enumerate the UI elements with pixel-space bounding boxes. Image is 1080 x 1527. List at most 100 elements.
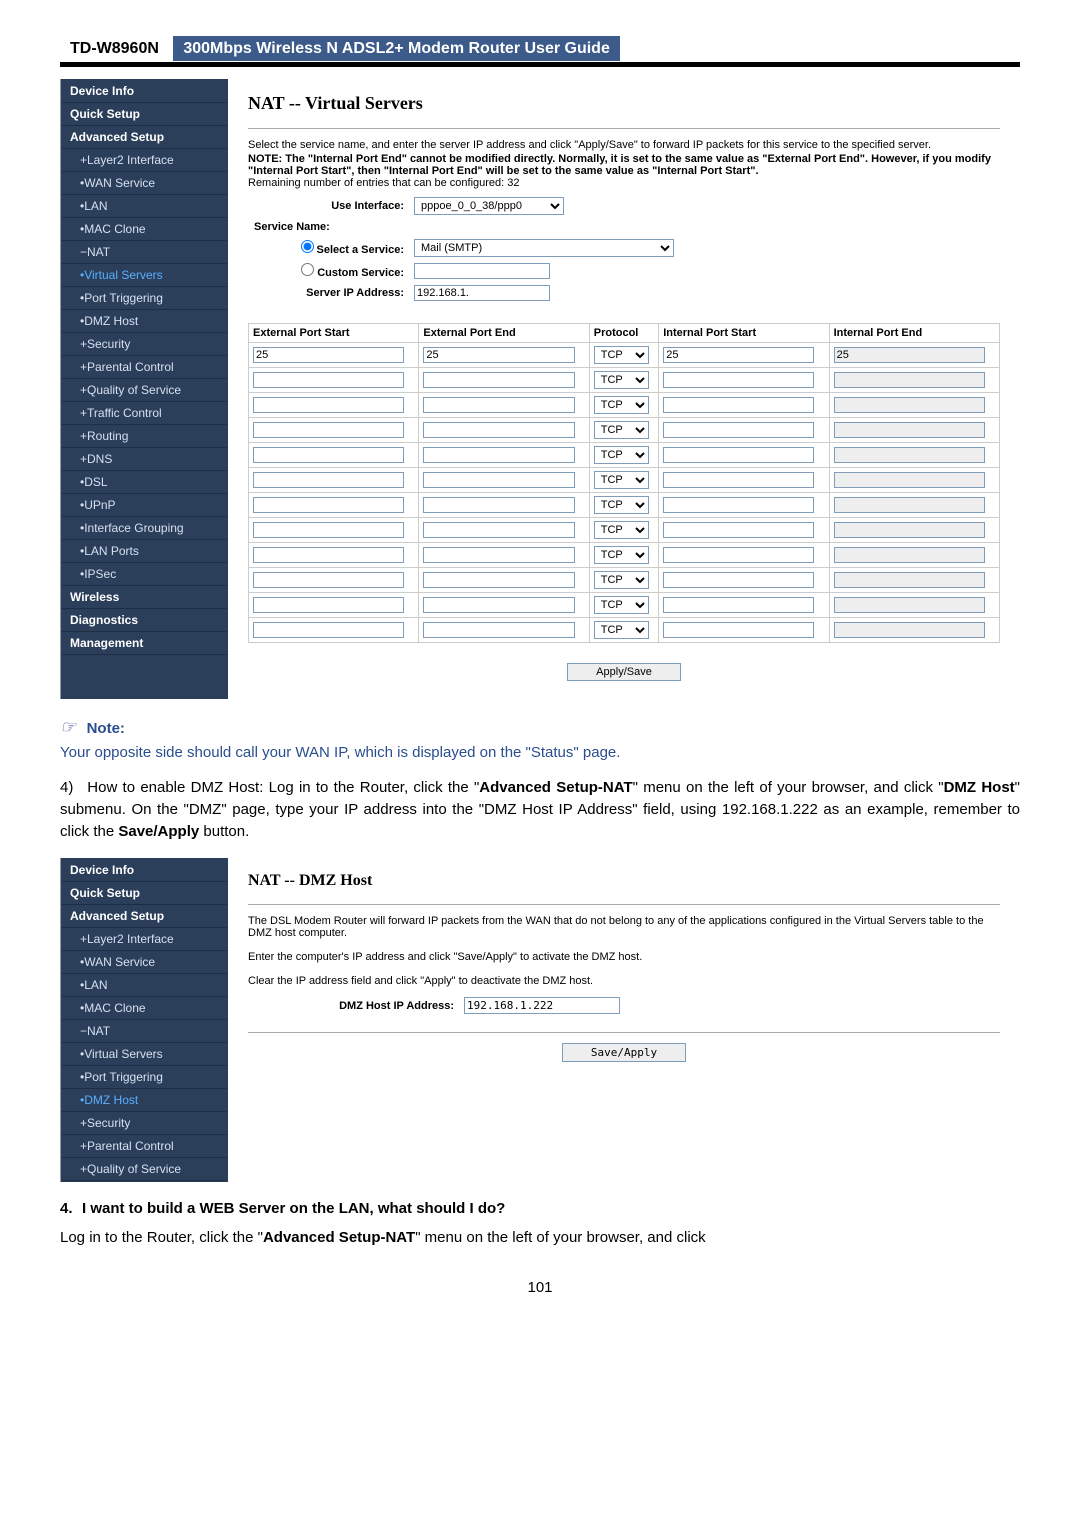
table-row: TCP: [249, 568, 1000, 593]
port-input[interactable]: [253, 522, 404, 538]
port-input[interactable]: [253, 347, 404, 363]
dmz-ip-input[interactable]: [464, 997, 620, 1014]
select-service-radio[interactable]: [301, 240, 314, 253]
use-interface-select[interactable]: pppoe_0_0_38/ppp0: [414, 197, 564, 215]
protocol-select[interactable]: TCP: [594, 571, 649, 589]
port-input[interactable]: [253, 497, 404, 513]
sidebar-item[interactable]: −NAT: [62, 241, 227, 264]
protocol-select[interactable]: TCP: [594, 446, 649, 464]
port-input[interactable]: [423, 422, 574, 438]
dmz-save-apply-button[interactable]: Save/Apply: [562, 1043, 686, 1062]
port-input[interactable]: [253, 397, 404, 413]
server-ip-input[interactable]: [414, 285, 550, 301]
dmz-title: NAT -- DMZ Host: [248, 872, 1000, 890]
port-input[interactable]: [423, 572, 574, 588]
select-service-dropdown[interactable]: Mail (SMTP): [414, 239, 674, 257]
sidebar-item[interactable]: •MAC Clone: [62, 997, 227, 1020]
port-input[interactable]: [423, 372, 574, 388]
port-input[interactable]: [253, 547, 404, 563]
port-input[interactable]: [253, 572, 404, 588]
sidebar-item[interactable]: Quick Setup: [62, 103, 227, 126]
port-input[interactable]: [663, 422, 814, 438]
sidebar-item[interactable]: +DNS: [62, 448, 227, 471]
sidebar-item[interactable]: •WAN Service: [62, 951, 227, 974]
sidebar-item[interactable]: Wireless: [62, 586, 227, 609]
protocol-select[interactable]: TCP: [594, 621, 649, 639]
sidebar-item[interactable]: •LAN: [62, 195, 227, 218]
protocol-select[interactable]: TCP: [594, 496, 649, 514]
port-input[interactable]: [253, 472, 404, 488]
sidebar-item[interactable]: +Quality of Service: [62, 1158, 227, 1181]
sidebar-item[interactable]: •UPnP: [62, 494, 227, 517]
port-input[interactable]: [423, 597, 574, 613]
ports-table: External Port StartExternal Port EndProt…: [248, 323, 1000, 643]
sidebar-item[interactable]: +Layer2 Interface: [62, 149, 227, 172]
port-input[interactable]: [663, 597, 814, 613]
sidebar-item[interactable]: •Virtual Servers: [62, 1043, 227, 1066]
sidebar-item[interactable]: +Layer2 Interface: [62, 928, 227, 951]
sidebar-item[interactable]: •Virtual Servers: [62, 264, 227, 287]
port-input[interactable]: [423, 397, 574, 413]
protocol-select[interactable]: TCP: [594, 471, 649, 489]
sidebar-item[interactable]: +Quality of Service: [62, 379, 227, 402]
sidebar-item[interactable]: +Parental Control: [62, 356, 227, 379]
sidebar-item[interactable]: •LAN: [62, 974, 227, 997]
sidebar-item[interactable]: Advanced Setup: [62, 905, 227, 928]
sidebar-item[interactable]: +Security: [62, 333, 227, 356]
port-input[interactable]: [253, 372, 404, 388]
custom-service-radio[interactable]: [301, 263, 314, 276]
sidebar-item[interactable]: Advanced Setup: [62, 126, 227, 149]
sidebar-item[interactable]: Diagnostics: [62, 609, 227, 632]
sidebar-item[interactable]: +Routing: [62, 425, 227, 448]
protocol-select[interactable]: TCP: [594, 396, 649, 414]
content-vs: NAT -- Virtual Servers Select the servic…: [228, 79, 1020, 699]
protocol-select[interactable]: TCP: [594, 521, 649, 539]
port-input[interactable]: [423, 472, 574, 488]
sidebar-item[interactable]: •DMZ Host: [62, 310, 227, 333]
protocol-select[interactable]: TCP: [594, 596, 649, 614]
port-input[interactable]: [253, 422, 404, 438]
sidebar-item[interactable]: •Port Triggering: [62, 1066, 227, 1089]
protocol-select[interactable]: TCP: [594, 371, 649, 389]
port-input[interactable]: [663, 397, 814, 413]
protocol-select[interactable]: TCP: [594, 546, 649, 564]
sidebar-item[interactable]: Device Info: [62, 859, 227, 882]
port-input[interactable]: [663, 372, 814, 388]
port-input[interactable]: [663, 622, 814, 638]
port-input[interactable]: [423, 622, 574, 638]
sidebar-item[interactable]: •IPSec: [62, 563, 227, 586]
apply-save-button[interactable]: Apply/Save: [567, 663, 681, 681]
port-input[interactable]: [663, 347, 814, 363]
port-input[interactable]: [663, 572, 814, 588]
port-input[interactable]: [663, 522, 814, 538]
port-input[interactable]: [423, 447, 574, 463]
port-input[interactable]: [423, 497, 574, 513]
sidebar-item[interactable]: •DMZ Host: [62, 1089, 227, 1112]
port-input[interactable]: [253, 622, 404, 638]
port-input[interactable]: [423, 522, 574, 538]
sidebar-item[interactable]: +Traffic Control: [62, 402, 227, 425]
protocol-select[interactable]: TCP: [594, 346, 649, 364]
sidebar-item[interactable]: Quick Setup: [62, 882, 227, 905]
sidebar-item[interactable]: •Interface Grouping: [62, 517, 227, 540]
port-input[interactable]: [663, 547, 814, 563]
sidebar-item[interactable]: •LAN Ports: [62, 540, 227, 563]
sidebar-item[interactable]: •Port Triggering: [62, 287, 227, 310]
port-input[interactable]: [253, 447, 404, 463]
port-input[interactable]: [253, 597, 404, 613]
sidebar-item[interactable]: +Parental Control: [62, 1135, 227, 1158]
custom-service-input[interactable]: [414, 263, 550, 279]
sidebar-item[interactable]: •WAN Service: [62, 172, 227, 195]
port-input[interactable]: [423, 347, 574, 363]
sidebar-item[interactable]: Device Info: [62, 80, 227, 103]
protocol-select[interactable]: TCP: [594, 421, 649, 439]
sidebar-item[interactable]: Management: [62, 632, 227, 655]
sidebar-item[interactable]: •MAC Clone: [62, 218, 227, 241]
port-input[interactable]: [663, 472, 814, 488]
sidebar-item[interactable]: •DSL: [62, 471, 227, 494]
port-input[interactable]: [423, 547, 574, 563]
sidebar-item[interactable]: +Security: [62, 1112, 227, 1135]
port-input[interactable]: [663, 447, 814, 463]
port-input[interactable]: [663, 497, 814, 513]
sidebar-item[interactable]: −NAT: [62, 1020, 227, 1043]
